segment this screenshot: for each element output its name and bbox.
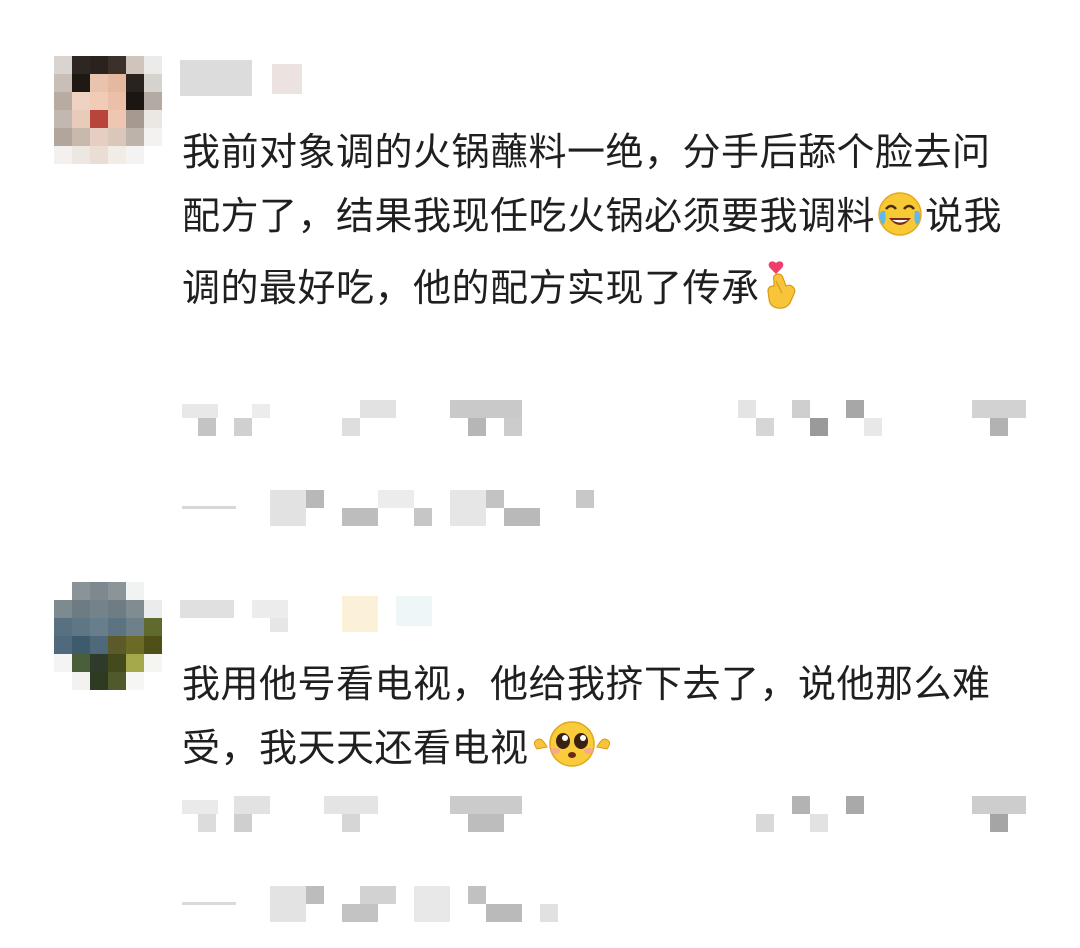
comment-meta-row-blurred [0, 796, 1080, 836]
pleading-face-emoji-icon [531, 719, 613, 788]
avatar[interactable] [54, 582, 162, 690]
avatar[interactable] [54, 56, 162, 164]
comment-item-1: 我前对象调的火锅蘸料一绝，分手后舔个脸去问配方了，结果我现任吃火锅必须要我调料说… [0, 0, 1080, 560]
comment-meta-row-blurred [0, 400, 1080, 440]
expand-replies-row-blurred[interactable] [0, 886, 1080, 926]
username-blurred[interactable] [180, 596, 440, 632]
crying-laughing-emoji-icon [877, 191, 923, 256]
username-blurred[interactable] [180, 60, 310, 96]
finger-heart-emoji-icon [762, 259, 802, 328]
comment-text: 我前对象调的火锅蘸料一绝，分手后舔个脸去问配方了，结果我现任吃火锅必须要我调料说… [182, 120, 1022, 328]
expand-replies-row-blurred[interactable] [0, 490, 1080, 530]
comment-item-2: 我用他号看电视，他给我挤下去了，说他那么难受，我天天还看电视 [0, 560, 1080, 948]
comment-text: 我用他号看电视，他给我挤下去了，说他那么难受，我天天还看电视 [182, 652, 1022, 788]
